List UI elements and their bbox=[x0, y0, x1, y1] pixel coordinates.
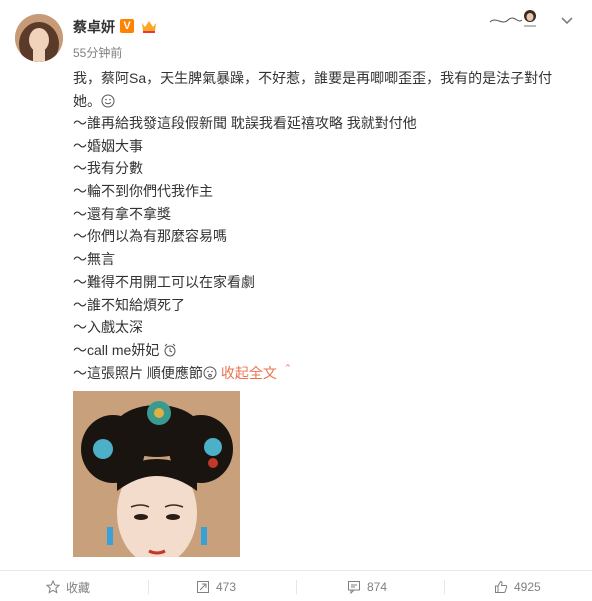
post-line: ～你們以為有那麼容易嗎 bbox=[73, 228, 227, 245]
post-intro: 我，蔡阿Sa，天生脾氣暴躁，不好惹，誰要是再唧唧歪歪，我有的是法子對付她。 bbox=[73, 70, 553, 109]
post-line: ～無言 bbox=[73, 251, 115, 268]
repost-icon bbox=[197, 581, 209, 593]
post-line: ～還有拿不拿獎 bbox=[73, 205, 171, 222]
signature-card-icon bbox=[489, 10, 536, 27]
post-line: ～誰不知給煩死了 bbox=[73, 296, 185, 313]
surprised-emoji-icon bbox=[203, 366, 217, 380]
star-icon bbox=[46, 580, 60, 594]
repost-count: 473 bbox=[216, 580, 237, 594]
post-photo[interactable] bbox=[73, 391, 240, 557]
action-separator bbox=[296, 580, 297, 594]
comment-button[interactable]: 874 bbox=[347, 578, 387, 596]
post-line: ～婚姻大事 bbox=[73, 137, 143, 154]
post-line: ～難得不用開工可以在家看劇 bbox=[73, 273, 255, 290]
like-button[interactable]: 4925 bbox=[494, 578, 541, 596]
post-line: ～我有分數 bbox=[73, 160, 143, 177]
thumbs-up-icon bbox=[495, 580, 508, 593]
post-content: 我，蔡阿Sa，天生脾氣暴躁，不好惹，誰要是再唧唧歪歪，我有的是法子對付她。 ～誰… bbox=[73, 67, 563, 384]
post-line-callme: ～call me妍妃 bbox=[73, 339, 563, 362]
comment-count: 874 bbox=[367, 580, 388, 594]
post-time[interactable]: 55分钟前 bbox=[73, 44, 122, 61]
action-separator bbox=[148, 580, 149, 594]
post-line-last: ～這張照片 順便應節 收起全文 ＾ bbox=[73, 364, 295, 381]
smile-emoji-icon bbox=[101, 94, 115, 107]
post-line: ～誰再給我發這段假新聞 耽誤我看延禧攻略 我就對付他 bbox=[73, 115, 417, 131]
post-line: ～入戲太深 bbox=[73, 319, 143, 336]
like-count: 4925 bbox=[514, 580, 541, 594]
comment-icon bbox=[348, 581, 360, 594]
favorite-button[interactable]: 收藏 bbox=[46, 578, 90, 596]
author-name[interactable]: 蔡卓妍 bbox=[73, 17, 115, 37]
action-separator bbox=[444, 580, 445, 594]
vip-crown-icon bbox=[142, 21, 156, 33]
collapse-link[interactable]: 收起全文 ＾ bbox=[221, 365, 295, 381]
alarm-emoji-icon bbox=[164, 343, 176, 357]
post-line: ～輪不到你們代我作主 bbox=[73, 183, 213, 200]
verified-badge: V bbox=[120, 19, 134, 33]
favorite-label: 收藏 bbox=[66, 580, 91, 595]
action-bar-divider bbox=[0, 570, 592, 571]
avatar[interactable] bbox=[15, 14, 63, 62]
chevron-down-icon[interactable] bbox=[561, 16, 573, 26]
repost-button[interactable]: 473 bbox=[196, 578, 236, 596]
